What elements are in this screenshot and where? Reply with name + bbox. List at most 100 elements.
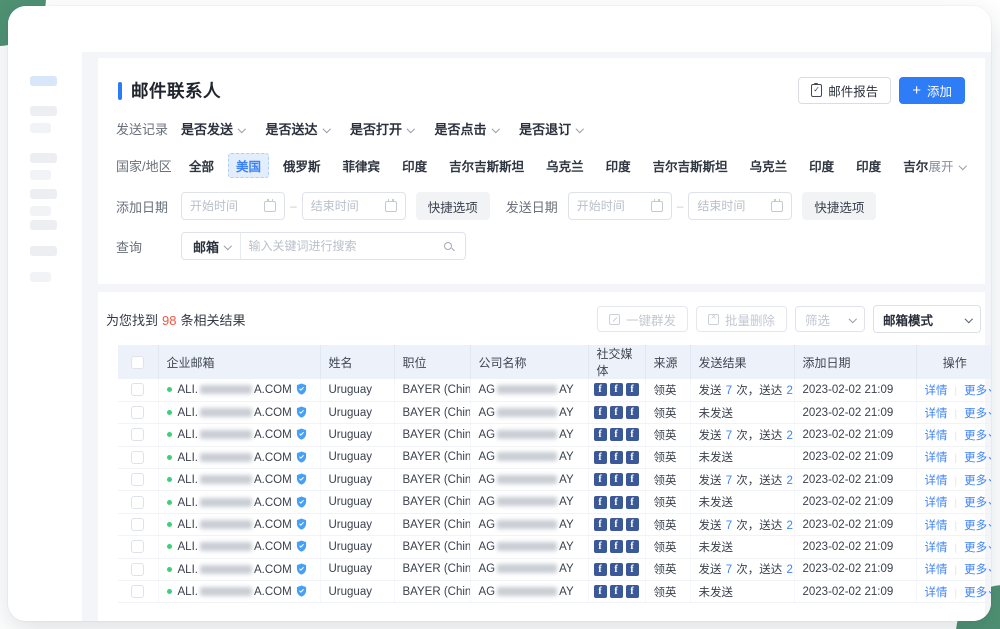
row-more-link[interactable]: 更多	[964, 408, 991, 420]
sidebar-item[interactable]	[30, 206, 51, 216]
add-date-end-input[interactable]	[302, 192, 406, 220]
facebook-icon[interactable]: f	[626, 585, 639, 598]
facebook-icon[interactable]: f	[626, 563, 639, 576]
send-filter-dropdown-1[interactable]: 是否送达	[266, 119, 330, 138]
country-option-2[interactable]: 俄罗斯	[275, 153, 329, 178]
row-detail-link[interactable]: 详情	[925, 564, 948, 576]
facebook-icon[interactable]: f	[610, 451, 623, 464]
facebook-icon[interactable]: f	[610, 518, 623, 531]
country-option-0[interactable]: 全部	[181, 153, 222, 178]
row-more-link[interactable]: 更多	[964, 587, 991, 599]
country-option-5[interactable]: 吉尔吉斯斯坦	[441, 153, 532, 178]
row-detail-link[interactable]: 详情	[925, 430, 948, 442]
sidebar-item-active[interactable]	[30, 76, 57, 86]
sidebar-item[interactable]	[30, 220, 57, 230]
row-detail-link[interactable]: 详情	[925, 520, 948, 532]
country-option-10[interactable]: 印度	[801, 153, 842, 178]
sidebar-item[interactable]	[30, 189, 57, 199]
row-checkbox[interactable]	[131, 563, 144, 576]
row-detail-link[interactable]: 详情	[925, 408, 948, 420]
expand-toggle[interactable]: 展开	[928, 156, 965, 175]
send-filter-dropdown-2[interactable]: 是否打开	[350, 119, 414, 138]
facebook-icon[interactable]: f	[610, 563, 623, 576]
send-filter-dropdown-3[interactable]: 是否点击	[435, 119, 499, 138]
bulk-send-button[interactable]: 一键群发	[597, 306, 688, 332]
facebook-icon[interactable]: f	[594, 518, 607, 531]
filter-select[interactable]: 筛选	[795, 306, 865, 332]
add-date-quick-options-button[interactable]: 快捷选项	[416, 192, 490, 220]
country-option-8[interactable]: 吉尔吉斯斯坦	[645, 153, 736, 178]
search-field-select[interactable]: 邮箱	[182, 233, 241, 259]
row-checkbox[interactable]	[131, 383, 144, 396]
country-option-12[interactable]: 吉尔吉斯斯坦	[895, 153, 928, 178]
facebook-icon[interactable]: f	[626, 540, 639, 553]
row-detail-link[interactable]: 详情	[925, 542, 948, 554]
facebook-icon[interactable]: f	[594, 496, 607, 509]
facebook-icon[interactable]: f	[626, 473, 639, 486]
sidebar-item[interactable]	[30, 153, 57, 163]
send-filter-dropdown-0[interactable]: 是否发送	[181, 119, 245, 138]
facebook-icon[interactable]: f	[626, 383, 639, 396]
facebook-icon[interactable]: f	[626, 451, 639, 464]
row-more-link[interactable]: 更多	[964, 497, 991, 509]
row-more-link[interactable]: 更多	[964, 475, 991, 487]
country-option-4[interactable]: 印度	[394, 153, 435, 178]
row-detail-link[interactable]: 详情	[925, 452, 948, 464]
row-detail-link[interactable]: 详情	[925, 587, 948, 599]
row-more-link[interactable]: 更多	[964, 430, 991, 442]
sidebar-item[interactable]	[30, 246, 57, 256]
facebook-icon[interactable]: f	[610, 473, 623, 486]
search-input[interactable]	[241, 239, 444, 253]
row-detail-link[interactable]: 详情	[925, 475, 948, 487]
sidebar-item[interactable]	[30, 123, 51, 133]
row-checkbox[interactable]	[131, 406, 144, 419]
sidebar-item[interactable]	[30, 272, 51, 282]
sidebar-item[interactable]	[30, 106, 57, 116]
facebook-icon[interactable]: f	[626, 496, 639, 509]
facebook-icon[interactable]: f	[594, 406, 607, 419]
send-date-start-input[interactable]	[568, 192, 672, 220]
search-icon[interactable]	[444, 242, 452, 250]
add-button[interactable]: + 添加	[899, 77, 965, 104]
row-more-link[interactable]: 更多	[964, 452, 991, 464]
facebook-icon[interactable]: f	[594, 473, 607, 486]
row-checkbox[interactable]	[131, 540, 144, 553]
facebook-icon[interactable]: f	[610, 428, 623, 441]
mail-report-button[interactable]: 邮件报告	[798, 77, 891, 104]
facebook-icon[interactable]: f	[626, 428, 639, 441]
facebook-icon[interactable]: f	[610, 406, 623, 419]
mailbox-mode-select[interactable]: 邮箱模式	[873, 305, 981, 333]
sidebar-item[interactable]	[30, 170, 51, 180]
country-option-7[interactable]: 印度	[598, 153, 639, 178]
row-checkbox[interactable]	[131, 496, 144, 509]
facebook-icon[interactable]: f	[610, 383, 623, 396]
facebook-icon[interactable]: f	[594, 540, 607, 553]
facebook-icon[interactable]: f	[594, 383, 607, 396]
row-checkbox[interactable]	[131, 518, 144, 531]
facebook-icon[interactable]: f	[594, 428, 607, 441]
facebook-icon[interactable]: f	[594, 451, 607, 464]
send-filter-dropdown-4[interactable]: 是否退订	[519, 119, 583, 138]
country-option-3[interactable]: 菲律宾	[335, 153, 389, 178]
row-checkbox[interactable]	[131, 451, 144, 464]
bulk-delete-button[interactable]: 批量删除	[696, 306, 787, 332]
row-detail-link[interactable]: 详情	[925, 497, 948, 509]
country-option-6[interactable]: 乌克兰	[538, 153, 592, 178]
select-all-checkbox[interactable]	[131, 356, 144, 369]
add-date-start-input[interactable]	[181, 192, 285, 220]
facebook-icon[interactable]: f	[626, 518, 639, 531]
facebook-icon[interactable]: f	[610, 496, 623, 509]
facebook-icon[interactable]: f	[626, 406, 639, 419]
row-more-link[interactable]: 更多	[964, 542, 991, 554]
row-more-link[interactable]: 更多	[964, 520, 991, 532]
country-option-11[interactable]: 印度	[848, 153, 889, 178]
send-date-quick-options-button[interactable]: 快捷选项	[802, 192, 876, 220]
country-option-9[interactable]: 乌克兰	[742, 153, 796, 178]
row-more-link[interactable]: 更多	[964, 564, 991, 576]
facebook-icon[interactable]: f	[610, 540, 623, 553]
facebook-icon[interactable]: f	[610, 585, 623, 598]
row-more-link[interactable]: 更多	[964, 385, 991, 397]
row-checkbox[interactable]	[131, 473, 144, 486]
country-option-1[interactable]: 美国	[228, 153, 269, 178]
facebook-icon[interactable]: f	[594, 585, 607, 598]
